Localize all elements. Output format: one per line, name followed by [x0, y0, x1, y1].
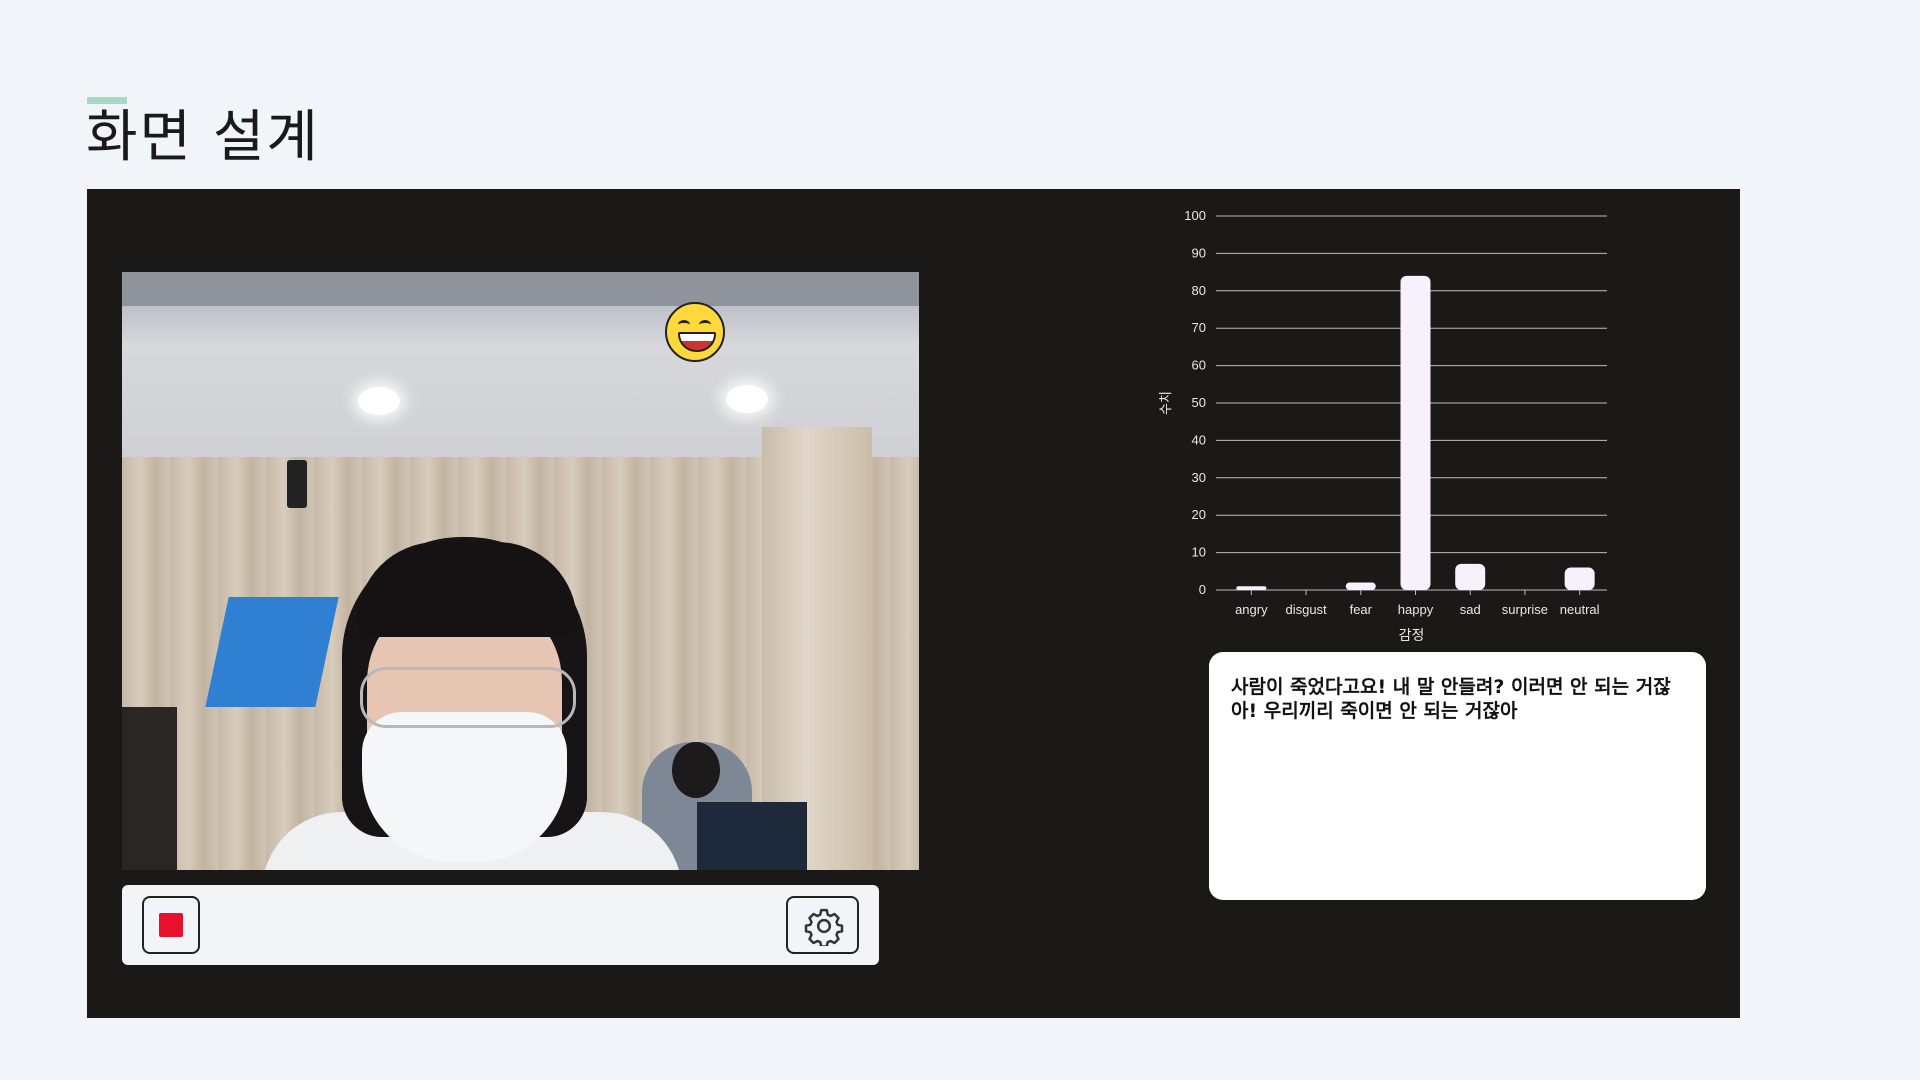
emotion-bar-chart: 0 10 20 30 40 50 60 70 80 90 100 angry disgust fear h…	[1158, 208, 1607, 643]
chart-y-tick-label: 30	[1192, 470, 1206, 485]
video-background-person-head	[672, 742, 720, 798]
chart-y-tick-label: 70	[1192, 320, 1206, 335]
chart-y-tick-label: 20	[1192, 507, 1206, 522]
chart-y-tick-label: 60	[1192, 358, 1206, 373]
stop-recording-button[interactable]	[142, 896, 200, 954]
chart-x-tick-label: neutral	[1560, 602, 1600, 617]
chart-y-tick-label: 90	[1192, 245, 1206, 260]
chart-y-axis-title: 수치	[1158, 391, 1173, 415]
video-speaker	[287, 460, 307, 508]
video-chair	[122, 707, 177, 870]
chart-x-tick-label: angry	[1235, 602, 1268, 617]
chart-x-tick-label: sad	[1460, 602, 1481, 617]
control-bar	[122, 885, 879, 965]
chart-x-tick-label: surprise	[1502, 602, 1548, 617]
chart-y-tick-label: 40	[1192, 432, 1206, 447]
chart-y-tick-label: 80	[1192, 283, 1206, 298]
page-title: 화면 설계	[86, 105, 320, 170]
chart-y-tick-label: 0	[1199, 582, 1206, 597]
chart-bar-angry	[1236, 586, 1267, 590]
chart-x-tick-label: disgust	[1285, 602, 1327, 617]
emoji-eye	[678, 320, 690, 329]
emoji-teeth	[680, 334, 714, 341]
video-ceiling-light	[726, 385, 768, 413]
gear-icon	[804, 908, 844, 946]
video-ceiling-light	[358, 387, 400, 415]
webcam-video	[122, 272, 919, 870]
video-laptop	[697, 802, 807, 870]
video-ceiling-edge	[122, 272, 919, 306]
stop-icon	[159, 913, 183, 937]
chart-y-tick-label: 50	[1192, 395, 1206, 410]
emoji-mouth	[678, 332, 716, 352]
chart-bar-fear	[1345, 582, 1376, 590]
subtitle-box: 사람이 죽었다고요! 내 말 안들려? 이러면 안 되는 거잖아! 우리끼리 죽…	[1209, 652, 1706, 900]
chart-x-tick-label: happy	[1398, 602, 1434, 617]
chart-y-tick-label: 10	[1192, 545, 1206, 560]
chart-bar-happy	[1400, 275, 1431, 590]
video-person-mask	[362, 712, 567, 862]
emoji-eye	[699, 320, 711, 329]
video-person-glasses	[360, 667, 576, 728]
settings-button[interactable]	[786, 896, 859, 954]
chart-x-axis-title: 감정	[1399, 627, 1425, 643]
chart-bar-sad	[1455, 563, 1486, 590]
subtitle-text: 사람이 죽었다고요! 내 말 안들려? 이러면 안 되는 거잖아! 우리끼리 죽…	[1231, 676, 1671, 722]
grinning-face-icon	[665, 302, 725, 362]
chart-x-tick-label: fear	[1350, 602, 1373, 617]
video-wall-sign	[205, 597, 339, 707]
chart-y-tick-label: 100	[1184, 208, 1206, 223]
chart-bar-neutral	[1564, 567, 1595, 590]
